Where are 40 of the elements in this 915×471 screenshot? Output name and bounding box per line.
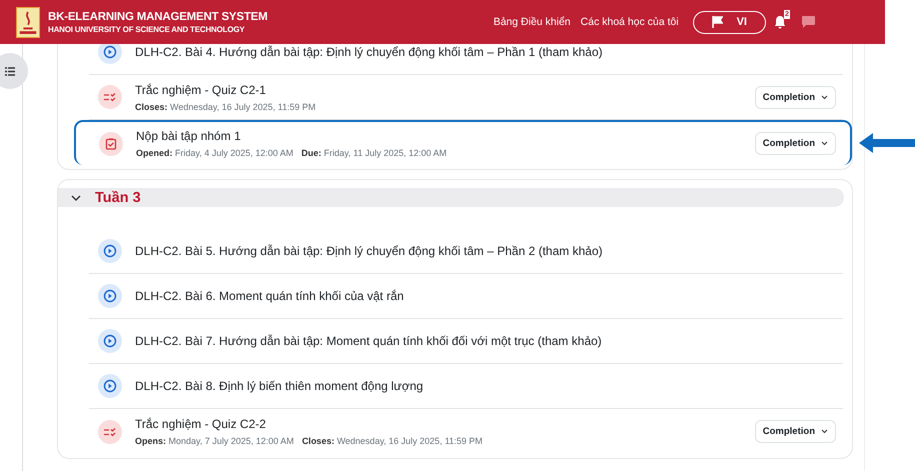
activity-link[interactable]: DLH-C2. Bài 6. Moment quán tính khối của vật rắn [135,289,843,303]
university-logo [16,6,40,38]
caret-icon [821,429,828,434]
flag-icon [712,16,723,28]
activity-date: Opened: Friday, 4 July 2025, 12:00 AM [136,148,294,158]
nav-link[interactable]: Bảng Điều khiển [493,16,571,28]
activity-link[interactable]: DLH-C2. Bài 7. Hướng dẫn bài tập: Moment quán tính khối đối với một trục (tham khảo) [135,334,843,348]
language-button[interactable]: VI [692,10,766,34]
nav-link[interactable]: Các khoá học của tôi [580,16,679,28]
play-icon [98,329,122,353]
completion-dropdown[interactable]: Completion [754,132,836,155]
activity-link[interactable]: DLH-C2. Bài 5. Hướng dẫn bài tập: Định lý chuyển động khối tâm – Phần 2 (tham khảo) [135,244,843,258]
play-icon [98,284,122,308]
play-icon [98,239,122,263]
bell-icon[interactable] [774,15,786,29]
checklist-icon [98,420,122,444]
activity-link[interactable]: Trắc nghiệm - Quiz C2-1 [135,82,755,96]
checklist-icon [98,85,122,109]
activity-date: Closes: Wednesday, 16 July 2025, 11:59 PM [135,102,316,112]
clipboard-check-icon [99,132,123,156]
course-index-button[interactable] [0,53,28,89]
activity-date: Closes: Wednesday, 16 July 2025, 11:59 PM [302,436,483,446]
completion-dropdown[interactable]: Completion [754,86,836,108]
activity-link[interactable]: DLH-C2. Bài 8. Định lý biến thiên moment động lượng [135,379,843,393]
site-title: BK-ELEARNING MANAGEMENT SYSTEM [48,10,268,22]
activity-date: Due: Friday, 11 July 2025, 12:00 AM [301,148,447,158]
caret-icon [821,94,828,100]
activity-link[interactable]: DLH-C2. Bài 4. Hướng dẫn bài tập: Định lý chuyển động khối tâm – Phần 1 (tham khảo) [135,45,843,59]
play-icon [98,374,122,398]
activity-link[interactable]: Trắc nghiệm - Quiz C2-2 [135,417,755,431]
site-subtitle: HANOI UNIVERSITY OF SCIENCE AND TECHNOLOGY [48,24,246,34]
pointer-arrow [859,132,915,152]
caret-icon [821,141,828,146]
activity-date: Opens: Monday, 7 July 2025, 12:00 AM [135,436,294,446]
completion-dropdown[interactable]: Completion [754,420,836,443]
section-title[interactable]: Tuần 3 [95,190,141,206]
list-icon [5,66,15,76]
activity-link[interactable]: Nộp bài tập nhóm 1 [136,129,755,143]
chevron-icon[interactable] [71,194,81,200]
chat-icon[interactable] [802,16,815,28]
